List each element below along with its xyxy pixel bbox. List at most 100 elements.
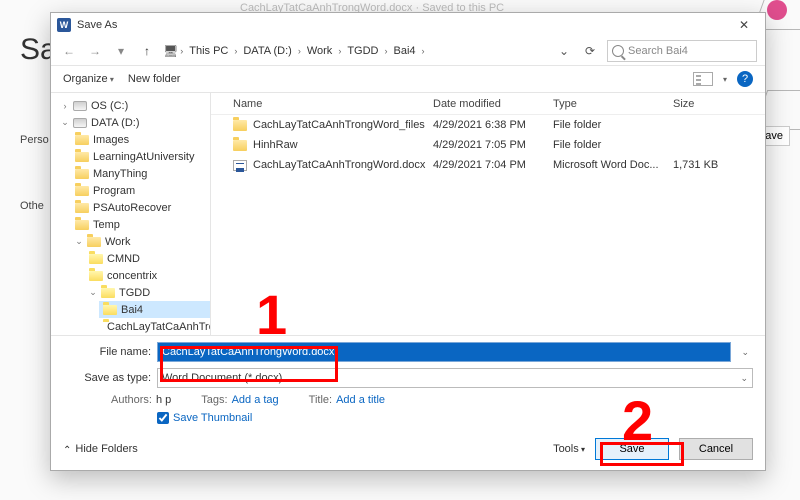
cancel-button[interactable]: Cancel (679, 438, 753, 460)
col-date[interactable]: Date modified (433, 98, 553, 110)
tree-folder[interactable]: PSAutoRecover (71, 199, 210, 216)
savetype-dropdown[interactable]: Word Document (*.docx) ⌄ (157, 368, 753, 388)
crumb-bai4[interactable]: Bai4 (389, 43, 419, 59)
nav-up-button[interactable]: ↑ (137, 41, 157, 61)
authors-label: Authors: (111, 394, 152, 406)
col-name[interactable]: Name (233, 98, 433, 110)
filename-input[interactable] (157, 342, 731, 362)
col-type[interactable]: Type (553, 98, 673, 110)
view-dropdown-icon[interactable]: ▾ (723, 75, 727, 84)
folder-icon (75, 186, 89, 196)
breadcrumb[interactable]: 🖥 › This PC › DATA (D:) › Work › TGDD › … (163, 43, 425, 59)
view-options-button[interactable] (693, 72, 713, 86)
toolbar: Organize New folder ▾ ? (51, 65, 765, 93)
crumb-work[interactable]: Work (303, 43, 336, 59)
chevron-right-icon: › (384, 46, 387, 56)
save-thumbnail-checkbox[interactable]: Save Thumbnail (157, 412, 753, 424)
crumb-this-pc[interactable]: This PC (185, 43, 232, 59)
word-icon: W (57, 18, 71, 32)
search-input[interactable]: Search Bai4 (607, 40, 757, 62)
tree-folder[interactable]: concentrix (85, 267, 210, 284)
file-row[interactable]: CachLayTatCaAnhTrongWord.docx 4/29/2021 … (211, 155, 765, 175)
title-label: Title: (309, 394, 332, 406)
chevron-down-icon: ⌄ (740, 373, 748, 384)
tree-folder[interactable]: LearningAtUniversity (71, 148, 210, 165)
savetype-label: Save as type: (63, 372, 151, 384)
save-button[interactable]: Save (595, 438, 669, 460)
savetype-value: Word Document (*.docx) (162, 372, 282, 384)
col-size[interactable]: Size (673, 98, 753, 110)
folder-icon (75, 152, 89, 162)
file-row[interactable]: CachLayTatCaAnhTrongWord_files 4/29/2021… (211, 115, 765, 135)
nav-row: ← → ▾ ↑ 🖥 › This PC › DATA (D:) › Work ›… (51, 37, 765, 65)
organize-menu[interactable]: Organize (63, 73, 114, 85)
chevron-right-icon: › (298, 46, 301, 56)
filename-label: File name: (63, 346, 151, 358)
title-value[interactable]: Add a title (336, 394, 385, 406)
pc-icon: 🖥 (163, 44, 178, 58)
folder-icon (233, 140, 247, 151)
folder-icon (89, 271, 103, 281)
folder-icon (75, 169, 89, 179)
bg-section-personal: Perso (20, 134, 49, 146)
save-thumbnail-label: Save Thumbnail (173, 412, 252, 424)
folder-icon (103, 305, 117, 315)
nav-forward-button: → (85, 41, 105, 61)
drive-icon (73, 101, 87, 111)
word-doc-icon (233, 160, 247, 171)
tree-folder[interactable]: Program (71, 182, 210, 199)
file-list: Name Date modified Type Size CachLayTatC… (211, 93, 765, 335)
address-dropdown[interactable]: ⌄ (555, 44, 573, 58)
tree-folder-tgdd[interactable]: ⌄TGDD (85, 284, 210, 301)
column-headers[interactable]: Name Date modified Type Size (211, 93, 765, 115)
tags-label: Tags: (201, 394, 227, 406)
help-button[interactable]: ? (737, 71, 753, 87)
search-placeholder: Search Bai4 (628, 45, 688, 57)
tree-folder-work[interactable]: ⌄Work (71, 233, 210, 250)
folder-tree[interactable]: ›OS (C:) ⌄DATA (D:) Images LearningAtUni… (51, 93, 211, 335)
drive-icon (73, 118, 87, 128)
folder-icon (89, 254, 103, 264)
tools-menu[interactable]: Tools (553, 443, 585, 455)
tree-folder[interactable]: Temp (71, 216, 210, 233)
folder-icon (75, 135, 89, 145)
folder-icon (233, 120, 247, 131)
titlebar: W Save As ✕ (51, 13, 765, 37)
folder-icon (75, 203, 89, 213)
folder-icon (87, 237, 101, 247)
authors-value[interactable]: h p (156, 394, 171, 406)
chevron-right-icon: › (234, 46, 237, 56)
new-folder-button[interactable]: New folder (128, 73, 181, 85)
chevron-right-icon: › (338, 46, 341, 56)
nav-back-button[interactable]: ← (59, 41, 79, 61)
file-row[interactable]: HinhRaw 4/29/2021 7:05 PM File folder (211, 135, 765, 155)
crumb-drive[interactable]: DATA (D:) (239, 43, 295, 59)
tree-drive-c[interactable]: ›OS (C:) (57, 97, 210, 114)
tree-folder[interactable]: CMND (85, 250, 210, 267)
save-thumbnail-input[interactable] (157, 412, 169, 424)
dialog-footer: Hide Folders Tools Save Cancel (51, 432, 765, 470)
save-as-dialog: W Save As ✕ ← → ▾ ↑ 🖥 › This PC › DATA (… (50, 12, 766, 471)
chevron-right-icon: › (422, 46, 425, 56)
folder-icon (75, 220, 89, 230)
dialog-body: ›OS (C:) ⌄DATA (D:) Images LearningAtUni… (51, 93, 765, 335)
dialog-title: Save As (77, 19, 117, 31)
refresh-button[interactable]: ⟳ (579, 44, 601, 58)
form-area: File name: ⌄ Save as type: Word Document… (51, 335, 765, 432)
crumb-tgdd[interactable]: TGDD (343, 43, 382, 59)
close-button[interactable]: ✕ (729, 16, 759, 34)
hide-folders-toggle[interactable]: Hide Folders (63, 443, 138, 455)
tree-drive-d[interactable]: ⌄DATA (D:) (57, 114, 210, 131)
chevron-right-icon: › (180, 46, 183, 56)
tree-folder[interactable]: CachLayTatCaAnhTro (99, 318, 210, 335)
bg-section-other: Othe (20, 200, 44, 212)
tree-folder[interactable]: ManyThing (71, 165, 210, 182)
filename-dropdown-icon[interactable]: ⌄ (737, 347, 753, 358)
nav-recent-dropdown[interactable]: ▾ (111, 41, 131, 61)
tags-value[interactable]: Add a tag (232, 394, 279, 406)
tree-folder-selected[interactable]: Bai4 (99, 301, 210, 318)
metadata-row: Authors: h p Tags: Add a tag Title: Add a t… (63, 394, 753, 406)
folder-icon (101, 288, 115, 298)
search-icon (612, 45, 624, 57)
tree-folder[interactable]: Images (71, 131, 210, 148)
